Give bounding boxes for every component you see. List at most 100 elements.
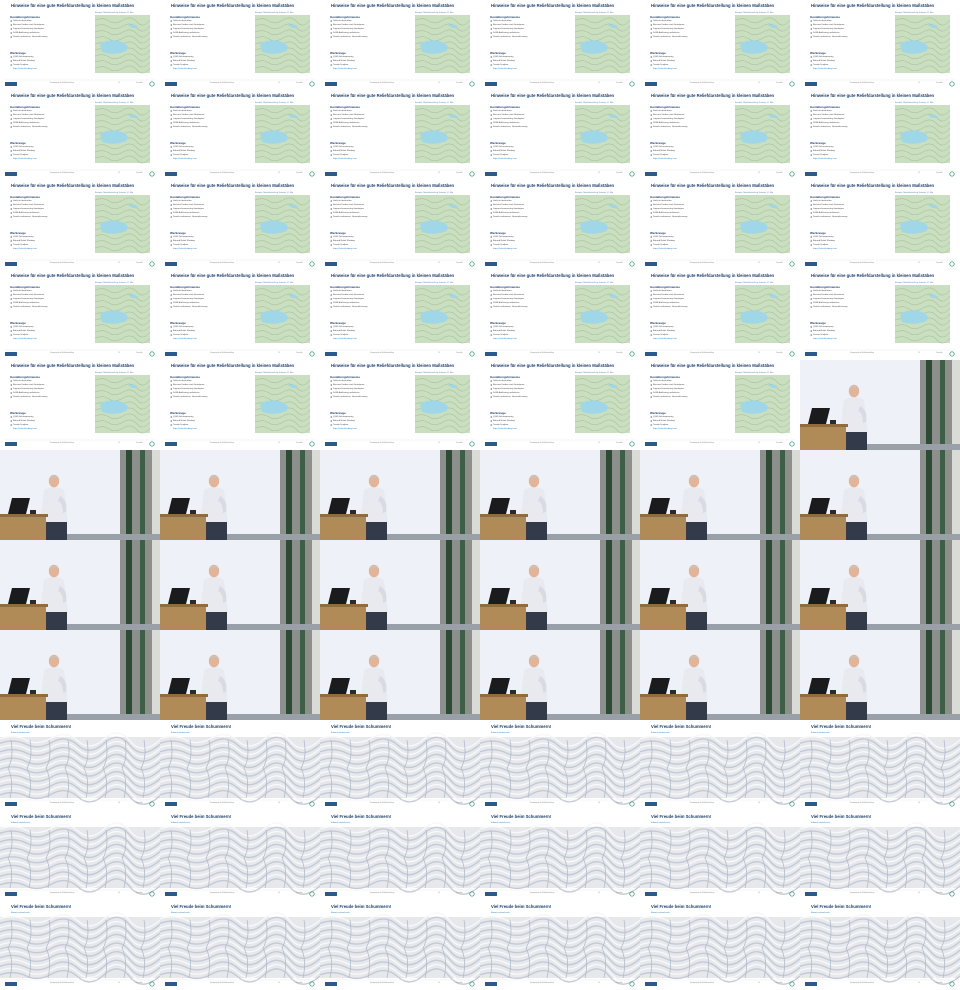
institution-logo [5, 172, 17, 176]
relief-map [734, 195, 791, 254]
page-number: 16 [598, 983, 600, 984]
trousers [685, 612, 707, 630]
bullet-item: Terrain Sculptor [173, 154, 189, 156]
wall-panel [606, 450, 612, 540]
footer-brand: CartoLab [616, 173, 623, 174]
video-frame-speaker [640, 540, 800, 630]
institution-logo [645, 982, 657, 986]
section-heading: Werkzeuge [330, 141, 346, 145]
bullet-dot [330, 212, 332, 214]
bullet-item: QGIS Schummerung [333, 326, 354, 328]
bullet-item: Eduard Relief Shading [813, 60, 835, 62]
bullet-item: Details reduzieren, Generalisierung [653, 126, 688, 128]
institution-logo [165, 82, 177, 86]
bullet-item: Details reduzieren, Generalisierung [813, 126, 848, 128]
bullet-dot [650, 118, 652, 120]
footer-brand: CartoLab [776, 803, 783, 804]
slide-title: Hinweise für eine gute Reliefdarstellung… [171, 363, 295, 368]
slide-title: Hinweise für eine gute Reliefdarstellung… [491, 3, 615, 8]
bullet-item: QGIS Schummerung [13, 416, 34, 418]
bullet-dot [170, 146, 172, 148]
map-caption: Beispiel: Reliefdarstellung Schweiz 1:1 … [575, 192, 614, 194]
map-caption: Beispiel: Reliefdarstellung Schweiz 1:1 … [255, 282, 294, 284]
bullet-item: DGM-Auflösung reduzieren [813, 122, 840, 124]
video-frame-relief: Hinweise für eine gute Reliefdarstellung… [0, 90, 160, 180]
trousers [45, 702, 67, 720]
bullet-dot [810, 326, 812, 328]
lectern [480, 516, 526, 540]
section-heading: Werkzeuge [650, 321, 666, 325]
footer-text: Kartographische Reliefdarstellung [370, 173, 394, 174]
bullet-item: Lagenschummerung überlagern [493, 208, 525, 210]
bullet-dot [650, 334, 652, 336]
bullet-item: https://reliefshading.com [173, 158, 197, 160]
video-frame-closing: Viel Freude beim Schummern! Eduard: eduar… [320, 810, 480, 900]
bullet-item: https://reliefshading.com [333, 428, 357, 430]
bullet-item: Eduard Relief Shading [333, 240, 355, 242]
bullet-dot [170, 36, 172, 38]
bullet-item: Eduard Relief Shading [173, 420, 195, 422]
slide-title: Hinweise für eine gute Reliefdarstellung… [811, 3, 935, 8]
bullet-item: Terrain Sculptor [493, 244, 509, 246]
wall-panel [632, 450, 640, 540]
bullet-dot [170, 114, 172, 116]
wall-panel [952, 540, 960, 630]
bullet-item: Bessere Farben statt Grautonen [653, 24, 685, 26]
hillshade-map [800, 732, 960, 805]
institution-logo [5, 802, 17, 806]
video-frame-closing: Viel Freude beim Schummern! Eduard: eduar… [640, 900, 800, 990]
trousers [685, 702, 707, 720]
bullet-item: Details reduzieren, Generalisierung [493, 126, 528, 128]
bullet-dot [170, 60, 172, 62]
institution-logo [645, 262, 657, 266]
bullet-dot [170, 302, 172, 304]
hillshade-map [800, 822, 960, 895]
section-heading: Werkzeuge [10, 411, 26, 415]
bullet-item: DGM-Auflösung reduzieren [13, 122, 40, 124]
page-number: 16 [598, 803, 600, 804]
bullet-dot [170, 290, 172, 292]
hillshade-map [640, 912, 800, 985]
footer-brand: CartoLab [776, 353, 783, 354]
microphone [190, 510, 196, 514]
bullet-item: https://reliefshading.com [653, 428, 677, 430]
bullet-dot [810, 290, 812, 292]
video-frame-relief: Hinweise für eine gute Reliefdarstellung… [480, 0, 640, 90]
bullet-item: https://reliefshading.com [333, 158, 357, 160]
bullet-dot [650, 32, 652, 34]
slide-subtitle: Eduard: eduard.earth [811, 822, 830, 824]
bullet-item: Lagenschummerung überlagern [13, 298, 45, 300]
trousers [45, 522, 67, 540]
bullet-dot [170, 212, 172, 214]
lectern-top [800, 514, 848, 517]
wall-panel [926, 630, 932, 720]
bullet-dot [810, 236, 812, 238]
page-number: 15 [278, 443, 280, 444]
bullet-item: Eduard Relief Shading [493, 420, 515, 422]
wall-panel [766, 450, 772, 540]
bullet-dot [490, 330, 492, 332]
bullet-dot [490, 244, 492, 246]
bullet-dot [170, 122, 172, 124]
slide-title: Hinweise für eine gute Reliefdarstellung… [171, 273, 295, 278]
bullet-item: Bessere Farben statt Grautonen [333, 204, 365, 206]
slide-title: Viel Freude beim Schummern! [11, 904, 72, 909]
wall-panel [286, 540, 292, 630]
lectern-top [640, 694, 688, 697]
institution-logo [485, 802, 497, 806]
bullet-dot [490, 208, 492, 210]
footer-brand: CartoLab [616, 263, 623, 264]
lectern [160, 606, 206, 630]
bullet-dot [650, 56, 652, 58]
footer-brand: CartoLab [936, 893, 943, 894]
bullet-item: Lagenschummerung überlagern [333, 208, 365, 210]
institution-logo [805, 892, 817, 896]
footer-brand: CartoLab [616, 803, 623, 804]
bullet-item: Seitlicht überhöhen [653, 110, 672, 112]
bullet-item: DGM-Auflösung reduzieren [653, 32, 680, 34]
bullet-item: Seitlicht überhöhen [173, 380, 192, 382]
footer-brand: CartoLab [936, 263, 943, 264]
trousers [205, 702, 227, 720]
video-frame-relief: Hinweise für eine gute Reliefdarstellung… [0, 0, 160, 90]
slide-title: Hinweise für eine gute Reliefdarstellung… [651, 363, 775, 368]
